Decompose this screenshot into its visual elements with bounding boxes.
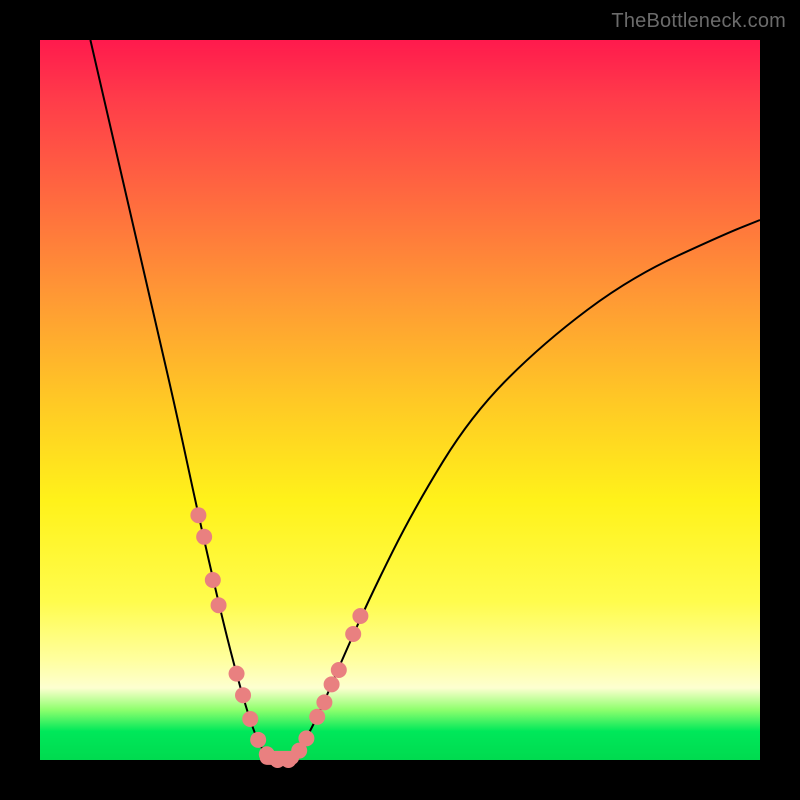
watermark-text: TheBottleneck.com (611, 10, 786, 33)
pink-dot (250, 732, 266, 748)
chart-frame: TheBottleneck.com (0, 0, 800, 800)
pink-dot (242, 711, 258, 727)
pink-dot (324, 676, 340, 692)
chart-overlay (40, 40, 760, 760)
pink-dot (190, 507, 206, 523)
pink-dot (345, 626, 361, 642)
right-curve (292, 220, 760, 760)
left-curve (90, 40, 270, 760)
pink-dot (331, 662, 347, 678)
pink-dot (196, 529, 212, 545)
pink-dot (235, 687, 251, 703)
pink-dot (211, 597, 227, 613)
pink-dots (190, 507, 368, 768)
pink-dot (316, 694, 332, 710)
pink-dot (229, 666, 245, 682)
pink-dot (309, 709, 325, 725)
pink-dot (298, 730, 314, 746)
pink-dot (205, 572, 221, 588)
pink-dot (352, 608, 368, 624)
